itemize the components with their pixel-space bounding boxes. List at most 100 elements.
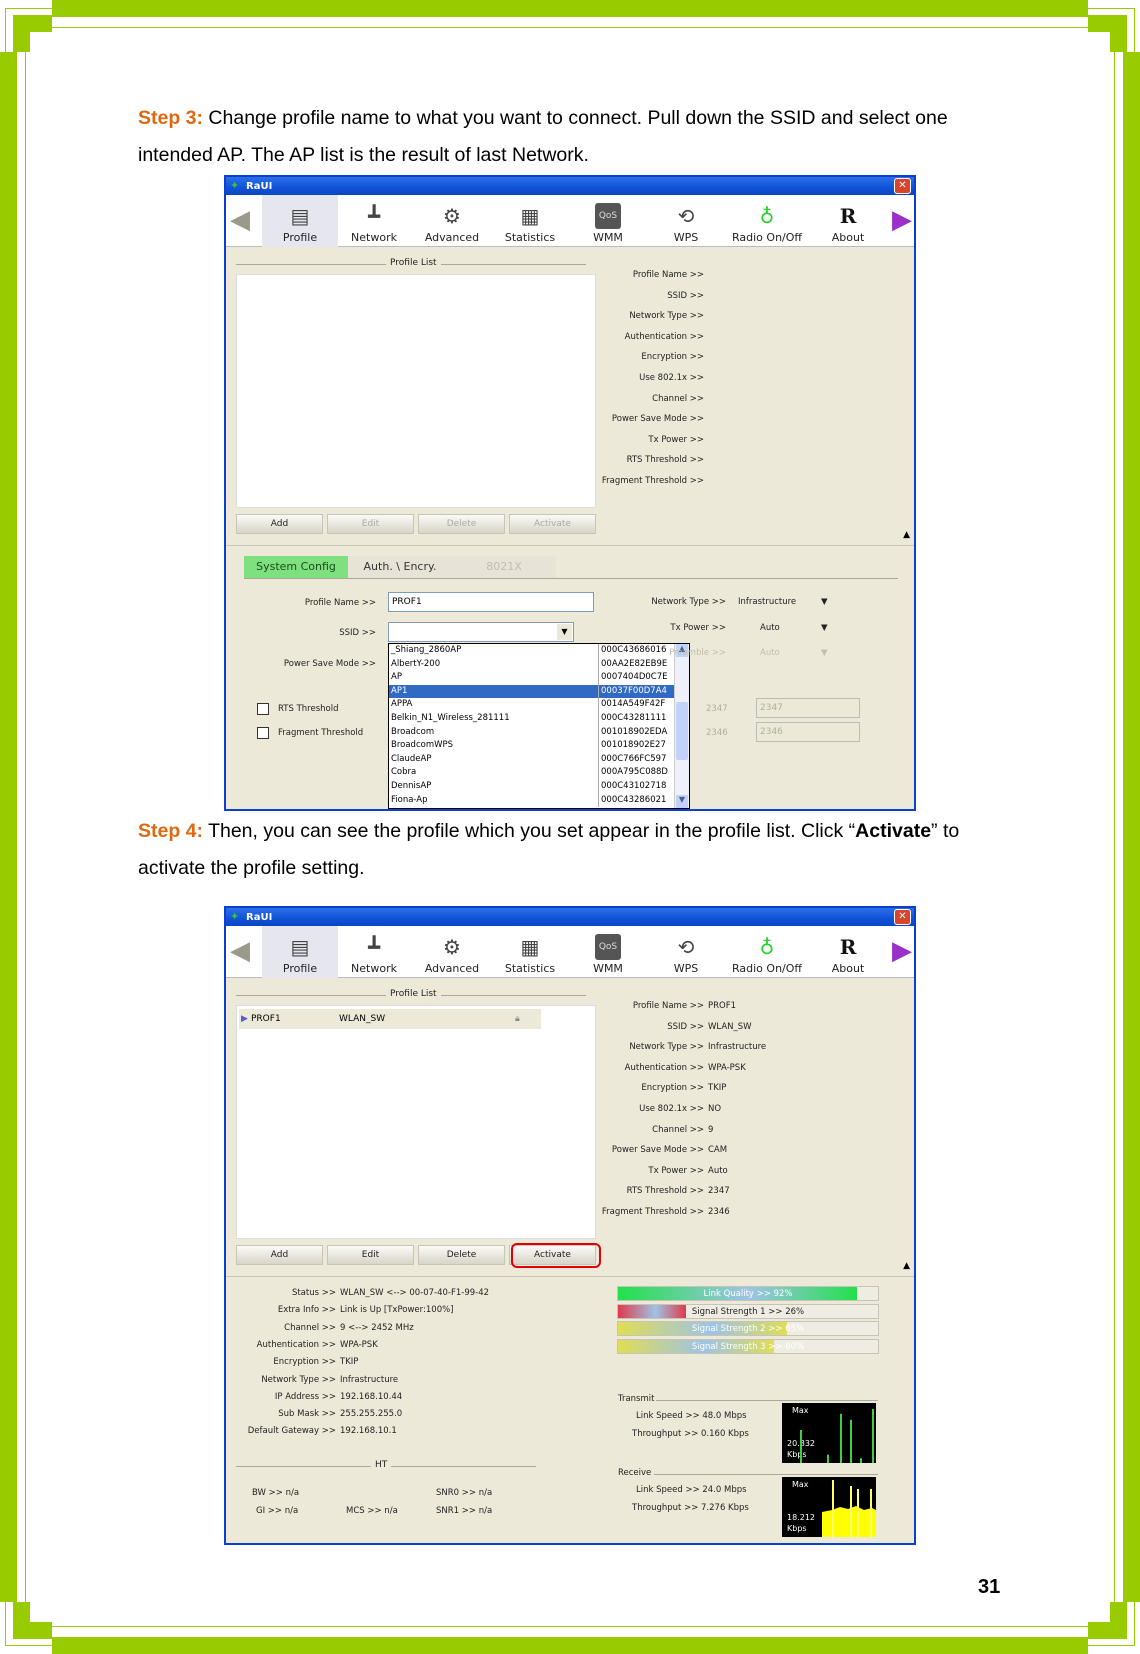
tx-power-value[interactable]: Auto: [760, 623, 780, 633]
fragment-threshold-checkbox[interactable]: [257, 727, 269, 739]
tab-8021x[interactable]: 8021X: [452, 556, 556, 578]
ap-list-item[interactable]: AlbertY-200 00AA2E82EB9E: [389, 657, 675, 672]
toolbar-radio[interactable]: ♁ Radio On/Off: [726, 926, 808, 978]
activate-button[interactable]: Activate: [509, 514, 596, 534]
edit-button[interactable]: Edit: [327, 1245, 414, 1265]
section-divider: [226, 1276, 914, 1277]
toolbar-wmm[interactable]: QoS WMM: [570, 926, 646, 978]
profile-row-ssid: WLAN_SW: [339, 1014, 386, 1024]
toolbar-wps[interactable]: ⟲ WPS: [648, 926, 724, 978]
scroll-down-icon[interactable]: ▼: [676, 795, 688, 808]
toolbar-statistics[interactable]: ▦ Statistics: [492, 926, 568, 978]
status-value: 192.168.10.1: [340, 1426, 397, 1437]
profile-name-input[interactable]: PROF1: [388, 592, 594, 612]
ap-mac: 000C43102718: [598, 779, 675, 794]
toolbar-about[interactable]: R About: [810, 195, 886, 247]
network-type-value[interactable]: Infrastructure: [738, 597, 796, 607]
back-arrow-icon[interactable]: ◀: [230, 938, 250, 964]
status-label: Encryption >>: [273, 1357, 336, 1368]
dropdown-scrollbar[interactable]: ▲ ▼: [674, 644, 689, 808]
edit-button[interactable]: Edit: [327, 514, 414, 534]
corner-bl2: [13, 1602, 30, 1639]
signal-bar: Signal Strength 2 >> 65%: [617, 1321, 879, 1336]
rts-threshold-input[interactable]: 2347: [756, 698, 860, 718]
rts-threshold-label: RTS Threshold: [278, 704, 339, 714]
ap-list-item[interactable]: ClaudeAP 000C766FC597: [389, 752, 675, 767]
dropdown-arrow-icon[interactable]: ▼: [557, 624, 572, 640]
detail-label: Power Save Mode >>: [611, 1145, 704, 1156]
tab-system-config[interactable]: System Config: [244, 556, 348, 578]
ap-mac: 001018902E27: [598, 739, 675, 753]
ap-list-item[interactable]: APPA 0014A549F42F: [389, 698, 675, 712]
toolbar-profile[interactable]: ▤ Profile: [262, 195, 338, 247]
ap-list-item[interactable]: BroadcomWPS 001018902E27: [389, 739, 675, 753]
network-type-dropdown-icon[interactable]: ▼: [821, 597, 828, 607]
receive-spike: [870, 1489, 872, 1537]
ap-ssid: ClaudeAP: [391, 753, 432, 764]
about-r-icon: R: [839, 935, 857, 959]
detail-value: WLAN_SW: [708, 1021, 752, 1032]
radio-antenna-icon: ♁: [759, 935, 775, 959]
profile-row[interactable]: ▶ PROF1 WLAN_SW 🔒︎: [239, 1009, 541, 1029]
receive-graph: Max 18.212 Kbps: [782, 1477, 876, 1537]
ht-gi: GI >> n/a: [256, 1506, 299, 1516]
fragment-threshold-input[interactable]: 2346: [756, 722, 860, 742]
ap-list-item[interactable]: Broadcom 001018902EDA: [389, 725, 675, 740]
forward-arrow-icon[interactable]: ▶: [892, 938, 912, 964]
toolbar-statistics[interactable]: ▦ Statistics: [492, 195, 568, 247]
add-button[interactable]: Add: [236, 514, 323, 534]
raui-logo-icon: ✦: [230, 910, 240, 923]
back-arrow-icon[interactable]: ◀: [230, 207, 250, 233]
status-value: Infrastructure: [340, 1374, 399, 1385]
ap-list-item[interactable]: DennisAP 000C43102718: [389, 779, 675, 794]
profile-list[interactable]: ▶ PROF1 WLAN_SW 🔒︎: [236, 1005, 596, 1239]
toolbar-radio[interactable]: ♁ Radio On/Off: [726, 195, 808, 247]
collapse-arrow-icon[interactable]: ▲: [903, 1261, 910, 1271]
receive-throughput: Throughput >> 7.276 Kbps: [632, 1503, 749, 1513]
close-button[interactable]: ✕: [894, 178, 911, 194]
detail-label: SSID >>: [667, 1021, 704, 1032]
window-title: RaUI: [246, 911, 273, 923]
profile-list[interactable]: [236, 274, 596, 508]
detail-value: TKIP: [708, 1083, 727, 1094]
delete-button[interactable]: Delete: [418, 514, 505, 534]
qos-icon: QoS: [595, 203, 621, 229]
add-button[interactable]: Add: [236, 1245, 323, 1265]
ap-list-item[interactable]: Cobra 000A795C088D: [389, 766, 675, 780]
ap-ssid: AlbertY-200: [391, 658, 441, 669]
ap-list-item[interactable]: AP1 00037F00D7A4: [389, 684, 675, 699]
receive-line: [654, 1474, 878, 1475]
collapse-arrow-icon[interactable]: ▲: [903, 530, 910, 540]
status-label: Extra Info >>: [277, 1305, 336, 1316]
receive-link-speed: Link Speed >> 24.0 Mbps: [636, 1485, 747, 1495]
delete-button[interactable]: Delete: [418, 1245, 505, 1265]
tx-power-label: Tx Power >>: [670, 623, 726, 633]
close-button[interactable]: ✕: [894, 909, 911, 925]
toolbar-wmm[interactable]: QoS WMM: [570, 195, 646, 247]
preamble-value[interactable]: Auto: [760, 648, 780, 658]
toolbar-advanced[interactable]: ⚙ Advanced: [414, 195, 490, 247]
toolbar-advanced[interactable]: ⚙ Advanced: [414, 926, 490, 978]
forward-arrow-icon[interactable]: ▶: [892, 207, 912, 233]
ap-list-item[interactable]: Belkin_N1_Wireless_281111 000C43281111: [389, 711, 675, 726]
ap-list-rows: _Shiang_2860AP 000C43686016 AlbertY-200 00A…: [389, 644, 675, 808]
toolbar-wps[interactable]: ⟲ WPS: [648, 195, 724, 247]
ap-list-item[interactable]: AP 0007404D0C7E: [389, 671, 675, 685]
status-label: Status >>: [291, 1288, 336, 1298]
scroll-thumb[interactable]: [676, 702, 688, 760]
toolbar-profile[interactable]: ▤ Profile: [262, 926, 338, 978]
tab-auth-encry[interactable]: Auth. \ Encry.: [348, 556, 452, 578]
toolbar-network[interactable]: ┻ Network: [336, 195, 412, 247]
ssid-combobox[interactable]: ▼: [388, 622, 574, 642]
toolbar-about[interactable]: R About: [810, 926, 886, 978]
rts-threshold-checkbox[interactable]: [257, 703, 269, 715]
ssid-dropdown-list[interactable]: _Shiang_2860AP 000C43686016 AlbertY-200 00A…: [388, 643, 690, 809]
signal-bar-label: Signal Strength 3 >> 60%: [691, 1341, 805, 1352]
tx-power-dropdown-icon[interactable]: ▼: [821, 623, 828, 633]
raui-window-step4: ✦ RaUI ✕ ◀ ▤ Profile ┻ Network ⚙ Advanced ▦…: [224, 906, 916, 1545]
ap-list-item[interactable]: Fiona-Ap 000C43286021: [389, 793, 675, 808]
toolbar-network[interactable]: ┻ Network: [336, 926, 412, 978]
outer-line-bb: [5, 1645, 53, 1646]
preamble-dropdown-icon[interactable]: ▼: [821, 648, 828, 658]
outer-line-bl: [5, 1601, 6, 1646]
